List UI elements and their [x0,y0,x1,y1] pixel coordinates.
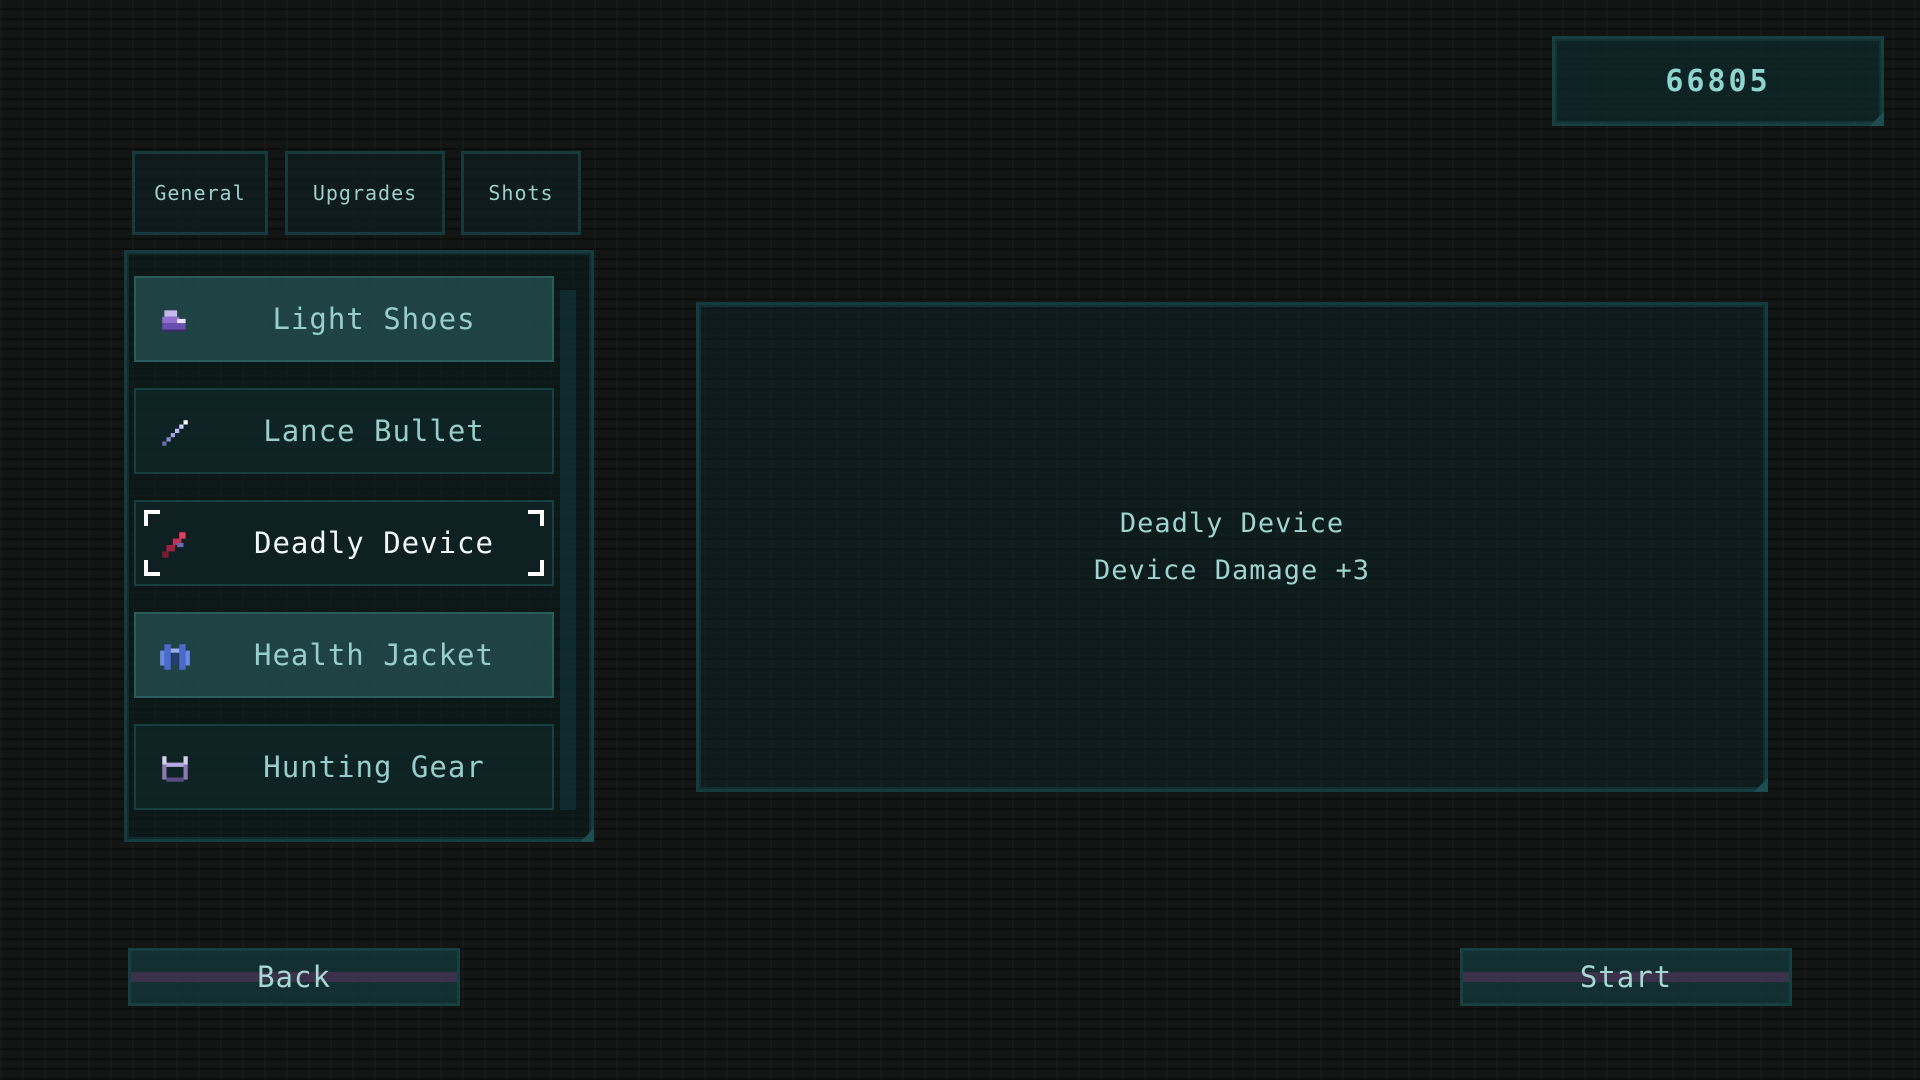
start-button[interactable]: Start [1460,948,1792,1006]
item-label: Health Jacket [254,638,494,672]
description-panel: Deadly Device Device Damage +3 [696,302,1768,792]
device-icon [162,532,186,558]
selection-corner [528,560,544,576]
selection-corner [144,560,160,576]
tab-shots[interactable]: Shots [461,151,581,235]
item-lance-bullet[interactable]: Lance Bullet [134,388,554,474]
item-hunting-gear[interactable]: Hunting Gear [134,724,554,810]
item-label: Hunting Gear [263,750,485,784]
item-health-jacket[interactable]: Health Jacket [134,612,554,698]
tab-general[interactable]: General [132,151,268,235]
shoe-icon [162,310,186,332]
item-label: Lance Bullet [263,414,485,448]
description-effect: Device Damage +3 [1093,555,1371,586]
selection-corner [144,510,160,526]
item-label: Light Shoes [272,302,476,336]
back-button[interactable]: Back [128,948,460,1006]
tab-upgrades[interactable]: Upgrades [285,151,445,235]
jacket-icon [160,644,190,670]
horns-icon [162,756,188,782]
description-title: Deadly Device [1119,508,1345,539]
score-value: 66805 [1665,63,1771,99]
selection-corner [528,510,544,526]
item-deadly-device[interactable]: Deadly Device [134,500,554,586]
item-label: Deadly Device [254,526,494,560]
score-panel: 66805 [1552,36,1884,126]
item-light-shoes[interactable]: Light Shoes [134,276,554,362]
lance-icon [162,420,188,446]
list-scrollbar[interactable] [560,290,576,810]
